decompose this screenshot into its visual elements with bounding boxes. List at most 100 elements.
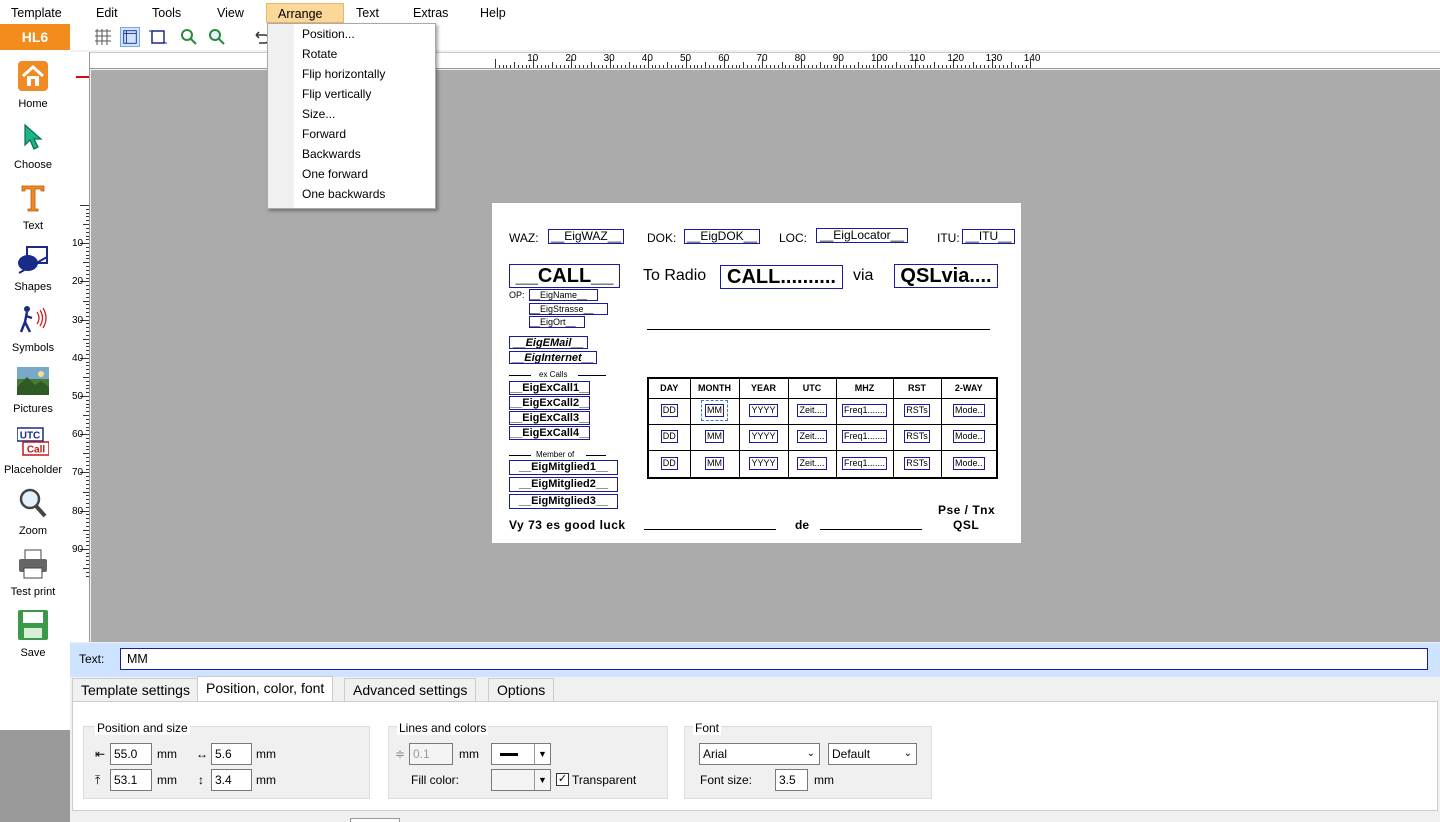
table-cell[interactable]: DD <box>647 423 691 452</box>
dx-call-field[interactable]: CALL.......... <box>720 265 843 289</box>
table-cell[interactable]: DD <box>647 397 691 425</box>
table-cell[interactable]: Freq1....... <box>835 450 894 479</box>
qsl-via-field[interactable]: QSLvia.... <box>894 264 998 288</box>
width-input[interactable]: 5.6 <box>211 743 252 765</box>
table-cell[interactable]: Freq1....... <box>835 423 894 452</box>
transparent-checkbox[interactable]: ✓ <box>556 773 569 786</box>
sidebar-item-symbols[interactable]: Symbols <box>0 304 66 364</box>
qsl-card[interactable]: WAZ: __EigWAZ__ DOK: __EigDOK__ LOC: __E… <box>492 203 1021 543</box>
month-field[interactable]: MM <box>705 456 724 470</box>
excall-field[interactable]: __EigExCall2__ <box>509 396 590 410</box>
dok-field[interactable]: __EigDOK__ <box>684 229 760 244</box>
menu-item-rotate[interactable]: Rotate <box>302 44 337 64</box>
line-width-input[interactable]: 0.1 <box>409 743 453 765</box>
table-cell[interactable]: Freq1....... <box>835 397 894 425</box>
member-field[interactable]: __EigMitglied2__ <box>509 477 618 492</box>
font-size-input[interactable]: 3.5 <box>775 769 808 791</box>
sidebar-item-text[interactable]: Text <box>0 182 66 242</box>
day-field[interactable]: DD <box>660 430 678 444</box>
menu-item-size[interactable]: Size... <box>302 104 335 124</box>
mhz-field[interactable]: Freq1....... <box>841 430 887 444</box>
height-input[interactable]: 3.4 <box>211 769 252 791</box>
table-cell[interactable]: MM <box>689 397 740 425</box>
street-field[interactable]: __EigStrasse__ <box>529 303 608 315</box>
sidebar-item-choose[interactable]: Choose <box>0 121 66 181</box>
mode-field[interactable]: Mode.. <box>952 456 985 470</box>
month-field[interactable]: MM <box>705 430 724 444</box>
sidebar-item-home[interactable]: Home <box>0 60 66 120</box>
table-cell[interactable]: MM <box>689 450 740 479</box>
text-input[interactable]: MM <box>120 648 1428 670</box>
tab-position-color-font[interactable]: Position, color, font <box>197 676 334 702</box>
menu-item-position[interactable]: Position... <box>302 24 355 44</box>
table-cell[interactable]: Mode.. <box>940 450 998 479</box>
rst-field[interactable]: RSTs <box>904 403 930 417</box>
utc-field[interactable]: Zeit.... <box>797 430 827 444</box>
table-cell[interactable]: DD <box>647 450 691 479</box>
y-position-input[interactable]: 53.1 <box>110 769 152 791</box>
name-field[interactable]: __EigName__ <box>529 289 598 301</box>
table-cell[interactable]: YYYY <box>738 397 789 425</box>
table-cell[interactable]: Zeit.... <box>787 450 837 479</box>
member-field[interactable]: __EigMitglied3__ <box>509 494 618 509</box>
sidebar-item-test-print[interactable]: Test print <box>0 548 66 608</box>
mhz-field[interactable]: Freq1....... <box>841 456 887 470</box>
crop-frame-icon[interactable] <box>148 27 168 47</box>
table-cell[interactable]: MM <box>689 423 740 452</box>
excall-field[interactable]: __EigExCall4__ <box>509 426 590 440</box>
menu-help[interactable]: Help <box>469 3 517 23</box>
sidebar-item-zoom[interactable]: Zoom <box>0 487 66 547</box>
table-cell[interactable]: Mode.. <box>940 397 998 425</box>
year-field[interactable]: YYYY <box>749 456 778 470</box>
sidebar-item-save[interactable]: Save <box>0 609 66 669</box>
font-style-select[interactable]: Default ⌄ <box>828 743 917 765</box>
city-field[interactable]: __EigOrt__ <box>529 316 585 328</box>
rst-field[interactable]: RSTs <box>904 430 930 444</box>
mode-field[interactable]: Mode.. <box>952 403 985 417</box>
menu-item-one-backwards[interactable]: One backwards <box>302 184 385 204</box>
table-cell[interactable]: RSTs <box>892 450 942 479</box>
menu-extras[interactable]: Extras <box>402 3 459 23</box>
sidebar-item-pictures[interactable]: Pictures <box>0 365 66 425</box>
utc-field[interactable]: Zeit.... <box>797 456 827 470</box>
day-field[interactable]: DD <box>660 456 678 470</box>
table-cell[interactable]: Zeit.... <box>787 397 837 425</box>
menu-view[interactable]: View <box>206 3 255 23</box>
day-field[interactable]: DD <box>660 403 678 417</box>
mhz-field[interactable]: Freq1....... <box>841 403 887 417</box>
menu-tools[interactable]: Tools <box>141 3 192 23</box>
email-field[interactable]: __EigEMail__ <box>509 336 588 349</box>
month-field-selected[interactable]: MM <box>701 399 728 421</box>
table-cell[interactable]: YYYY <box>738 450 789 479</box>
line-style-select[interactable]: ▼ <box>491 743 551 765</box>
excall-field[interactable]: __EigExCall3__ <box>509 411 590 425</box>
internet-field[interactable]: __EigInternet__ <box>509 351 597 364</box>
table-cell[interactable]: YYYY <box>738 423 789 452</box>
table-cell[interactable]: RSTs <box>892 423 942 452</box>
tab-options[interactable]: Options <box>488 678 555 702</box>
fill-color-select[interactable]: ▼ <box>491 769 551 791</box>
year-field[interactable]: YYYY <box>749 403 778 417</box>
excall-field[interactable]: __EigExCall1__ <box>509 381 590 395</box>
menu-arrange[interactable]: Arrange <box>266 3 344 23</box>
sidebar-item-placeholder[interactable]: UTC Call Placeholder <box>0 426 66 486</box>
menu-template[interactable]: Template <box>0 3 73 23</box>
itu-field[interactable]: __ITU__ <box>962 229 1015 244</box>
mode-field[interactable]: Mode.. <box>952 430 985 444</box>
grid-icon[interactable] <box>93 27 113 47</box>
table-cell[interactable]: Zeit.... <box>787 423 837 452</box>
year-field[interactable]: YYYY <box>749 430 778 444</box>
menu-item-backwards[interactable]: Backwards <box>302 144 361 164</box>
x-position-input[interactable]: 55.0 <box>110 743 152 765</box>
tab-template-settings[interactable]: Template settings <box>72 678 199 702</box>
rst-field[interactable]: RSTs <box>904 456 930 470</box>
menu-item-forward[interactable]: Forward <box>302 124 346 144</box>
font-family-select[interactable]: Arial ⌄ <box>699 743 820 765</box>
zoom-fit-icon[interactable] <box>179 27 199 47</box>
menu-text[interactable]: Text <box>345 3 390 23</box>
waz-field[interactable]: __EigWAZ__ <box>548 229 624 244</box>
sidebar-item-shapes[interactable]: Shapes <box>0 243 66 303</box>
member-field[interactable]: __EigMitglied1__ <box>509 460 618 475</box>
tab-advanced-settings[interactable]: Advanced settings <box>344 678 477 702</box>
menu-edit[interactable]: Edit <box>85 3 129 23</box>
